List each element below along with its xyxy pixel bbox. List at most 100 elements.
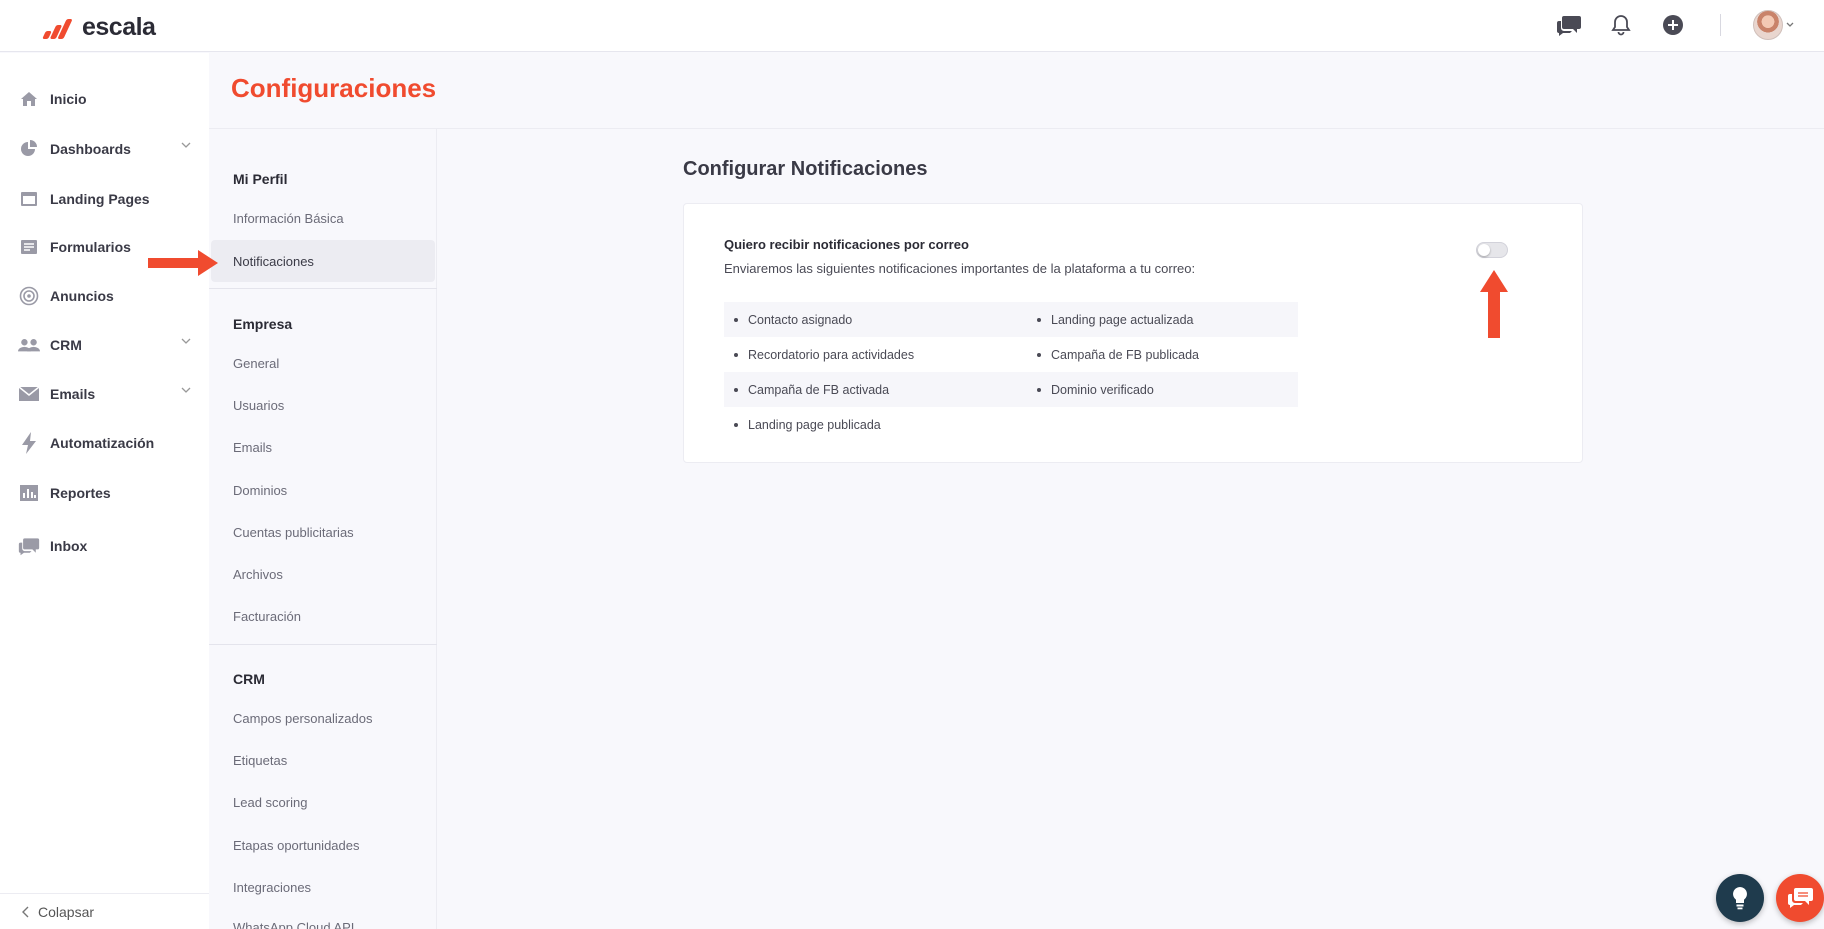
subnav-item-etiquetas[interactable]: Etiquetas [209, 739, 435, 781]
bullet-icon [734, 387, 738, 392]
chevron-down-icon [1786, 22, 1794, 27]
subnav-item-general[interactable]: General [209, 342, 435, 384]
chevron-down-icon [181, 142, 191, 148]
logo-mark-icon [40, 15, 74, 41]
subnav-divider [209, 644, 437, 645]
notification-row: Recordatorio para actividades Campaña de… [724, 337, 1298, 372]
subnav-item-facturacion[interactable]: Facturación [209, 595, 435, 637]
support-chat-button[interactable] [1776, 874, 1824, 922]
content-title: Configurar Notificaciones [683, 158, 928, 180]
user-menu[interactable] [1753, 10, 1794, 40]
sidebar-item-label: Landing Pages [50, 191, 150, 207]
sidebar-item-inbox[interactable]: Inbox [0, 526, 209, 566]
sidebar-item-label: CRM [50, 337, 82, 353]
sidebar-item-inicio[interactable]: Inicio [0, 79, 209, 119]
list-item: Campaña de FB publicada [1027, 348, 1298, 362]
notifications-list: Contacto asignado Landing page actualiza… [724, 302, 1298, 442]
subnav-item-integraciones[interactable]: Integraciones [209, 866, 435, 908]
sidebar-item-label: Inbox [50, 538, 88, 554]
sidebar-item-label: Dashboards [50, 141, 131, 157]
subnav-section-crm: CRM [233, 671, 265, 687]
list-item: Landing page actualizada [1027, 313, 1298, 327]
lightbulb-icon [1733, 887, 1747, 910]
users-icon [18, 334, 40, 356]
toggle-knob [1478, 244, 1490, 256]
bar-chart-icon [18, 482, 40, 504]
settings-subnav: Mi Perfil Información Básica Notificacio… [209, 129, 437, 929]
bullet-icon [734, 422, 738, 427]
subnav-item-cuentas-publicitarias[interactable]: Cuentas publicitarias [209, 511, 435, 553]
sidebar-item-label: Automatización [50, 435, 155, 451]
subnav-divider [209, 288, 437, 289]
escala-logo[interactable]: escala [40, 13, 156, 42]
bullet-icon [734, 352, 738, 357]
chat-icon [1788, 888, 1813, 908]
subnav-item-dominios[interactable]: Dominios [209, 469, 435, 511]
chevron-left-icon [22, 906, 29, 917]
subnav-item-informacion-basica[interactable]: Información Básica [209, 197, 435, 239]
notification-row: Landing page publicada [724, 407, 1298, 442]
bullet-icon [1037, 352, 1041, 357]
top-actions [1554, 10, 1794, 40]
subnav-section-mi-perfil: Mi Perfil [233, 171, 288, 187]
notification-row: Campaña de FB activada Dominio verificad… [724, 372, 1298, 407]
list-item: Landing page publicada [724, 418, 1027, 432]
collapse-label: Colapsar [38, 903, 95, 920]
tips-button[interactable] [1716, 874, 1764, 922]
chevron-down-icon [181, 387, 191, 393]
bullet-icon [1037, 387, 1041, 392]
sidebar-item-crm[interactable]: CRM [0, 325, 209, 365]
avatar [1753, 10, 1783, 40]
sidebar-item-label: Inicio [50, 91, 87, 107]
sidebar-item-emails[interactable]: Emails [0, 374, 209, 414]
home-icon [18, 88, 40, 110]
lightning-icon [18, 432, 40, 454]
subnav-item-campos-personalizados[interactable]: Campos personalizados [209, 697, 435, 739]
subnav-item-notificaciones[interactable]: Notificaciones [211, 240, 435, 282]
list-item: Recordatorio para actividades [724, 348, 1027, 362]
email-notifications-toggle[interactable] [1476, 242, 1508, 258]
subnav-item-whatsapp-cloud-api[interactable]: WhatsApp Cloud API [209, 908, 435, 929]
inbox-chat-icon [18, 535, 40, 557]
form-icon [18, 236, 40, 258]
collapse-button[interactable]: Colapsar [0, 893, 209, 929]
email-notifications-heading: Quiero recibir notificaciones por correo [724, 237, 969, 252]
notification-row: Contacto asignado Landing page actualiza… [724, 302, 1298, 337]
sidebar-item-anuncios[interactable]: Anuncios [0, 276, 209, 316]
sidebar-item-label: Emails [50, 386, 96, 402]
pie-chart-icon [18, 138, 40, 160]
annotation-arrow-up-icon [1480, 270, 1508, 338]
sidebar-item-reportes[interactable]: Reportes [0, 473, 209, 513]
subnav-item-etapas-oportunidades[interactable]: Etapas oportunidades [209, 824, 435, 866]
email-notifications-description: Enviaremos las siguientes notificaciones… [724, 261, 1196, 276]
page-header: Configuraciones [209, 53, 1824, 129]
topbar-divider [1720, 14, 1721, 36]
chevron-down-icon [181, 338, 191, 344]
subnav-item-archivos[interactable]: Archivos [209, 553, 435, 595]
bullet-icon [734, 317, 738, 322]
subnav-item-usuarios[interactable]: Usuarios [209, 384, 435, 426]
sidebar-item-dashboards[interactable]: Dashboards [0, 129, 209, 169]
sidebar-item-label: Reportes [50, 485, 111, 501]
annotation-arrow-right-icon [148, 250, 218, 276]
bell-icon[interactable] [1606, 10, 1636, 40]
logo-text: escala [82, 13, 156, 41]
list-item: Contacto asignado [724, 313, 1027, 327]
target-icon [18, 285, 40, 307]
envelope-icon [18, 383, 40, 405]
bullet-icon [1037, 317, 1041, 322]
page-title: Configuraciones [231, 73, 437, 103]
list-item: Dominio verificado [1027, 383, 1298, 397]
sidebar-item-landing-pages[interactable]: Landing Pages [0, 179, 209, 219]
chat-bubbles-icon[interactable] [1554, 10, 1584, 40]
subnav-item-emails[interactable]: Emails [209, 426, 435, 468]
plus-circle-icon[interactable] [1658, 10, 1688, 40]
sidebar-item-label: Anuncios [50, 288, 114, 304]
notifications-card: Quiero recibir notificaciones por correo… [683, 203, 1583, 463]
sidebar-item-automatizacion[interactable]: Automatización [0, 423, 209, 463]
subnav-item-lead-scoring[interactable]: Lead scoring [209, 781, 435, 823]
browser-window-icon [18, 188, 40, 210]
top-bar: escala [0, 0, 1824, 52]
list-item: Campaña de FB activada [724, 383, 1027, 397]
subnav-section-empresa: Empresa [233, 316, 293, 332]
